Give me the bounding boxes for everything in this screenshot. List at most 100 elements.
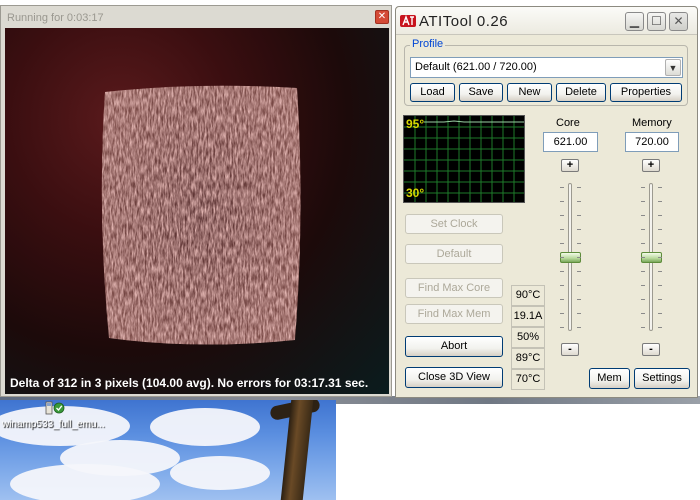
slider-tick: [560, 285, 564, 286]
slider-tick: [577, 285, 581, 286]
settings-button[interactable]: Settings: [634, 368, 690, 389]
slider-tick: [658, 201, 662, 202]
slider-tick: [641, 201, 645, 202]
slider-tick: [658, 271, 662, 272]
minimize-button[interactable]: ▁: [625, 12, 644, 31]
delete-button[interactable]: Delete: [556, 83, 606, 102]
set-clock-button[interactable]: Set Clock: [405, 214, 503, 234]
graph-max-temp-label: 95°: [406, 117, 425, 131]
status-message: Delta of 312 in 3 pixels (104.00 avg). N…: [10, 376, 369, 390]
default-button[interactable]: Default: [405, 244, 503, 264]
atitool-window: ATITool 0.26 ▁ ☐ ✕ Profile Default (621.…: [395, 6, 698, 398]
find-max-core-button[interactable]: Find Max Core: [405, 278, 503, 298]
memory-label: Memory: [632, 117, 672, 129]
slider-tick: [658, 285, 662, 286]
slider-tick: [560, 327, 564, 328]
temperature-graph: 95° 30°: [403, 115, 525, 203]
slider-tick: [577, 229, 581, 230]
slider-tick: [641, 187, 645, 188]
core-increase-button[interactable]: +: [561, 159, 579, 172]
desktop-icon-winamp[interactable]: winamp533_full_emu...: [0, 401, 120, 435]
slider-tick: [560, 257, 564, 258]
close-icon: ✕: [673, 14, 684, 28]
abort-button[interactable]: Abort: [405, 336, 503, 357]
slider-tick: [658, 243, 662, 244]
load-button[interactable]: Load: [410, 83, 455, 102]
slider-tick: [577, 299, 581, 300]
slider-tick: [577, 215, 581, 216]
gpu-temperature-readout: 90°C: [511, 285, 545, 306]
atitool-titlebar[interactable]: ATITool 0.26 ▁ ☐ ✕: [396, 7, 697, 35]
minus-icon: -: [649, 343, 653, 355]
core-decrease-button[interactable]: -: [561, 343, 579, 356]
mem-button[interactable]: Mem: [589, 368, 630, 389]
slider-tick: [641, 257, 645, 258]
render-window-title: Running for 0:03:17: [7, 12, 104, 24]
current-readout: 19.1A: [511, 306, 545, 327]
slider-tick: [641, 299, 645, 300]
slider-tick: [577, 187, 581, 188]
core-clock-input[interactable]: 621.00: [543, 132, 598, 152]
slider-tick: [577, 271, 581, 272]
3d-render-viewport: Delta of 312 in 3 pixels (104.00 avg). N…: [5, 28, 389, 394]
slider-tick: [658, 257, 662, 258]
slider-tick: [560, 299, 564, 300]
slider-tick: [641, 215, 645, 216]
slider-tick: [658, 299, 662, 300]
slider-tick: [641, 271, 645, 272]
memory-increase-button[interactable]: +: [642, 159, 660, 172]
fur-cube: [101, 85, 301, 345]
slider-tick: [658, 215, 662, 216]
slider-tick: [577, 257, 581, 258]
properties-button[interactable]: Properties: [610, 83, 682, 102]
graph-min-temp-label: 30°: [406, 186, 425, 200]
slider-tick: [560, 271, 564, 272]
find-max-mem-button[interactable]: Find Max Mem: [405, 304, 503, 324]
slider-tick: [560, 243, 564, 244]
slider-tick: [577, 327, 581, 328]
slider-tick: [577, 313, 581, 314]
maximize-button[interactable]: ☐: [647, 12, 666, 31]
atitool-title: ATITool 0.26: [419, 13, 509, 30]
slider-tick: [658, 327, 662, 328]
chevron-down-icon[interactable]: ▼: [665, 59, 681, 76]
memory-decrease-button[interactable]: -: [642, 343, 660, 356]
temperature-readout-3: 70°C: [511, 369, 545, 390]
slider-tick: [560, 187, 564, 188]
maximize-icon: ☐: [651, 14, 662, 28]
minimize-icon: ▁: [629, 14, 640, 28]
close-icon: ✕: [377, 11, 387, 22]
render-window-titlebar[interactable]: Running for 0:03:17 ✕: [3, 9, 389, 27]
profile-dropdown[interactable]: Default (621.00 / 720.00) ▼: [410, 57, 683, 78]
new-button[interactable]: New: [507, 83, 552, 102]
close-3d-view-button[interactable]: Close 3D View: [405, 367, 503, 388]
memory-clock-input[interactable]: 720.00: [625, 132, 679, 152]
cloud: [150, 408, 260, 446]
minus-icon: -: [568, 343, 572, 355]
slider-tick: [658, 313, 662, 314]
profile-group: Profile Default (621.00 / 720.00) ▼ Load…: [404, 38, 688, 106]
cloud: [10, 464, 160, 500]
slider-tick: [641, 229, 645, 230]
slider-tick: [560, 313, 564, 314]
atitool-logo-icon: [400, 15, 416, 27]
installer-icon: [45, 401, 65, 415]
profile-label: Profile: [410, 38, 446, 50]
plus-icon: +: [647, 159, 655, 171]
save-button[interactable]: Save: [459, 83, 503, 102]
slider-tick: [641, 243, 645, 244]
close-button[interactable]: ✕: [669, 12, 688, 31]
profile-selected-value: Default (621.00 / 720.00): [415, 61, 537, 73]
slider-tick: [560, 215, 564, 216]
slider-tick: [577, 243, 581, 244]
cloud: [170, 456, 270, 490]
slider-tick: [560, 229, 564, 230]
fan-speed-readout: 50%: [511, 327, 545, 348]
temperature-readout-2: 89°C: [511, 348, 545, 369]
slider-tick: [577, 201, 581, 202]
slider-tick: [641, 327, 645, 328]
render-window: Running for 0:03:17 ✕ Delta of 312 in 3 …: [0, 5, 392, 397]
close-button[interactable]: ✕: [375, 10, 389, 24]
slider-tick: [641, 285, 645, 286]
slider-tick: [658, 229, 662, 230]
